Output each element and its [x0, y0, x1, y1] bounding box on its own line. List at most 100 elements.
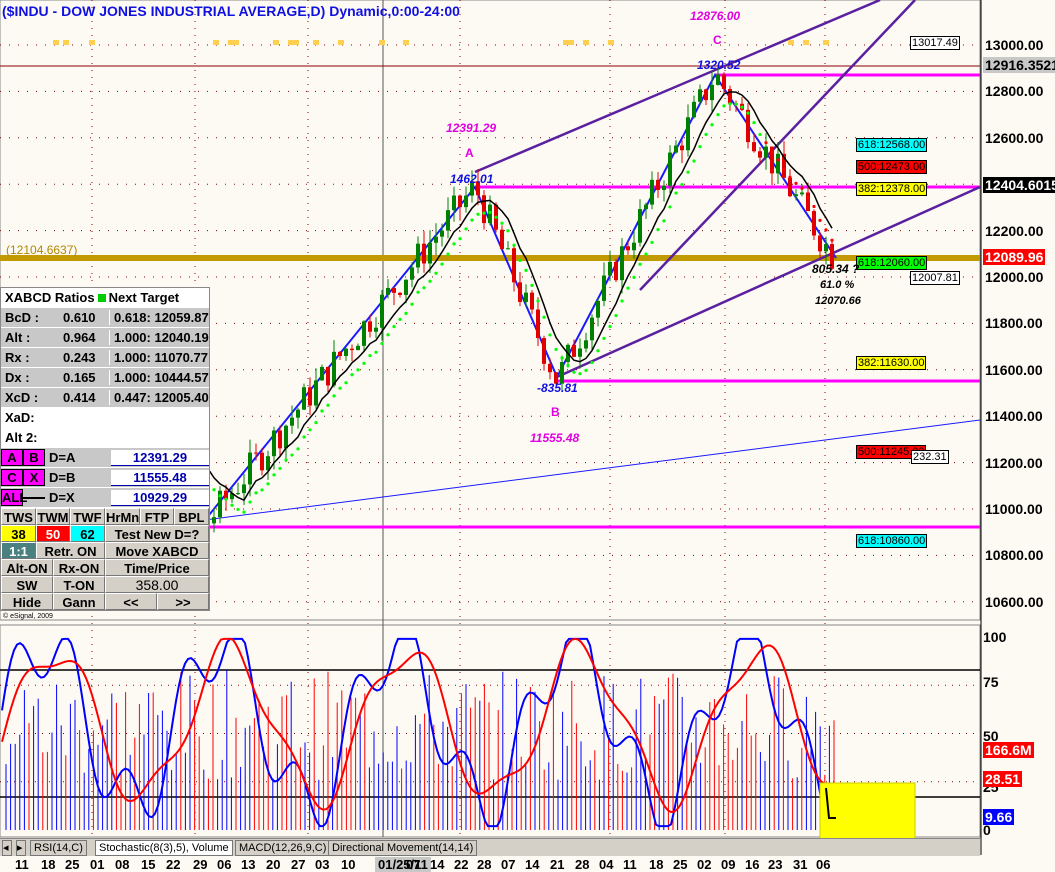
tab-rsi[interactable]: RSI(14,C)	[30, 840, 87, 856]
fib-level-box: 382:11630.00	[856, 355, 927, 370]
c-value: 12876.00	[690, 9, 741, 23]
candle-body	[824, 244, 828, 252]
date-tick: 11	[15, 857, 29, 872]
ratio-value: 0.414	[63, 390, 96, 405]
date-tick: 22	[454, 857, 469, 872]
scroll-left-icon[interactable]: ◂	[2, 840, 12, 856]
tab-stochastic[interactable]: Stochastic(8(3),5), Volume	[95, 840, 233, 856]
hide-button[interactable]: Hide	[1, 593, 53, 610]
point-button[interactable]: A	[1, 449, 23, 466]
ratio-name: Alt :	[5, 330, 31, 345]
sar-dot	[488, 210, 492, 214]
sar-dot	[434, 271, 438, 275]
fib-62-button[interactable]: 62	[70, 525, 105, 542]
sar-dot	[602, 336, 606, 340]
candle-body	[278, 430, 282, 449]
candle-body	[518, 282, 522, 302]
point-button[interactable]: C	[1, 469, 23, 486]
sar-dot	[350, 373, 354, 377]
ratio-1-1-button[interactable]: 1:1	[1, 542, 36, 559]
tws-button[interactable]: TWS	[1, 508, 36, 525]
sar-dot	[560, 356, 564, 360]
ratio-target: 0.447: 12005.40	[109, 390, 209, 405]
c-label: C	[713, 33, 722, 47]
rx-on-button[interactable]: Rx-ON	[53, 559, 105, 576]
ratio-name: Dx :	[5, 370, 30, 385]
candle-body	[680, 145, 684, 151]
xad-label: XaD:	[1, 410, 109, 425]
price-tick: 11800.00	[985, 315, 1043, 332]
fib-38-button[interactable]: 38	[1, 525, 36, 542]
sar-dot	[788, 175, 792, 179]
prev-button[interactable]: <<	[105, 593, 157, 610]
current-price: 12089.96	[983, 249, 1046, 265]
sar-dot	[644, 252, 648, 256]
sar-dot	[374, 350, 378, 354]
ratio-value: 0.243	[63, 350, 96, 365]
fib-level-box: 618:12060.00	[856, 256, 928, 271]
d-value: 11555.48	[111, 469, 209, 486]
sar-dot	[746, 111, 750, 115]
point-button[interactable]: X	[23, 469, 45, 486]
candle-body	[668, 152, 672, 186]
event-marker	[403, 40, 409, 45]
sar-dot	[770, 151, 774, 155]
twm-button[interactable]: TWM	[36, 508, 70, 525]
date-tick: 03	[315, 857, 330, 872]
bpl-button[interactable]: BPL	[174, 508, 209, 525]
date-tick: 18	[41, 857, 56, 872]
candle-body	[398, 292, 402, 295]
sar-dot	[530, 283, 534, 287]
fib-50-button[interactable]: 50	[36, 525, 70, 542]
sar-dot	[302, 435, 306, 439]
gann-button[interactable]: Gann	[53, 593, 105, 610]
date-tick: 15	[141, 857, 156, 872]
sar-dot	[620, 299, 624, 303]
sar-dot	[554, 347, 558, 352]
date-tick: 07	[501, 857, 516, 872]
crosshair-price: 12916.3521	[983, 57, 1055, 73]
sar-dot	[692, 159, 696, 163]
tab-directional-movement[interactable]: Directional Movement(14,14)	[328, 840, 478, 856]
d-label: D=B	[49, 470, 76, 485]
date-tick: 13	[241, 857, 256, 872]
retr-on-button[interactable]: Retr. ON	[36, 542, 105, 559]
fib-level-box: 618:12568.00	[856, 138, 928, 153]
event-marker	[568, 40, 574, 45]
alt-on-button[interactable]: Alt-ON	[1, 559, 53, 576]
b-points: -835.81	[537, 381, 578, 395]
sar-dot	[296, 447, 300, 451]
sar-dot	[404, 311, 408, 315]
sar-dot	[236, 507, 240, 512]
sar-dot	[464, 227, 468, 231]
sar-dot	[422, 286, 426, 290]
next-button[interactable]: >>	[157, 593, 209, 610]
tab-macd[interactable]: MACD(12,26,9,C)	[235, 840, 331, 856]
point-button[interactable]	[23, 496, 45, 499]
scroll-right-icon[interactable]: ▸	[16, 840, 26, 856]
sar-dot	[722, 104, 726, 108]
time-price-button[interactable]: Time/Price	[105, 559, 209, 576]
twf-button[interactable]: TWF	[70, 508, 105, 525]
date-tick: 01/25/11	[375, 857, 431, 872]
fib-level-box: 618:10860.00	[856, 534, 928, 549]
point-button[interactable]: B	[23, 449, 45, 466]
event-marker	[823, 40, 829, 45]
test-new-d-button[interactable]: Test New D=?	[105, 525, 209, 542]
fib-level-box: 500:12473.00	[856, 160, 928, 175]
sar-dot	[248, 500, 252, 504]
sar-dot	[242, 510, 246, 514]
candle-body	[260, 452, 264, 471]
candle-body	[506, 248, 510, 250]
sar-dot	[440, 262, 444, 266]
sar-dot	[626, 286, 630, 290]
hrmn-button[interactable]: HrMn	[105, 508, 140, 525]
move-xabcd-button[interactable]: Move XABCD	[105, 542, 209, 559]
candle-body	[674, 145, 678, 153]
date-tick: 09	[721, 857, 736, 872]
t-on-button[interactable]: T-ON	[53, 576, 105, 593]
value-display[interactable]: 358.00	[105, 576, 209, 593]
point-button[interactable]: ALL	[1, 489, 27, 506]
ftp-button[interactable]: FTP	[140, 508, 174, 525]
sw-off-button[interactable]: SW OFF	[1, 576, 53, 610]
